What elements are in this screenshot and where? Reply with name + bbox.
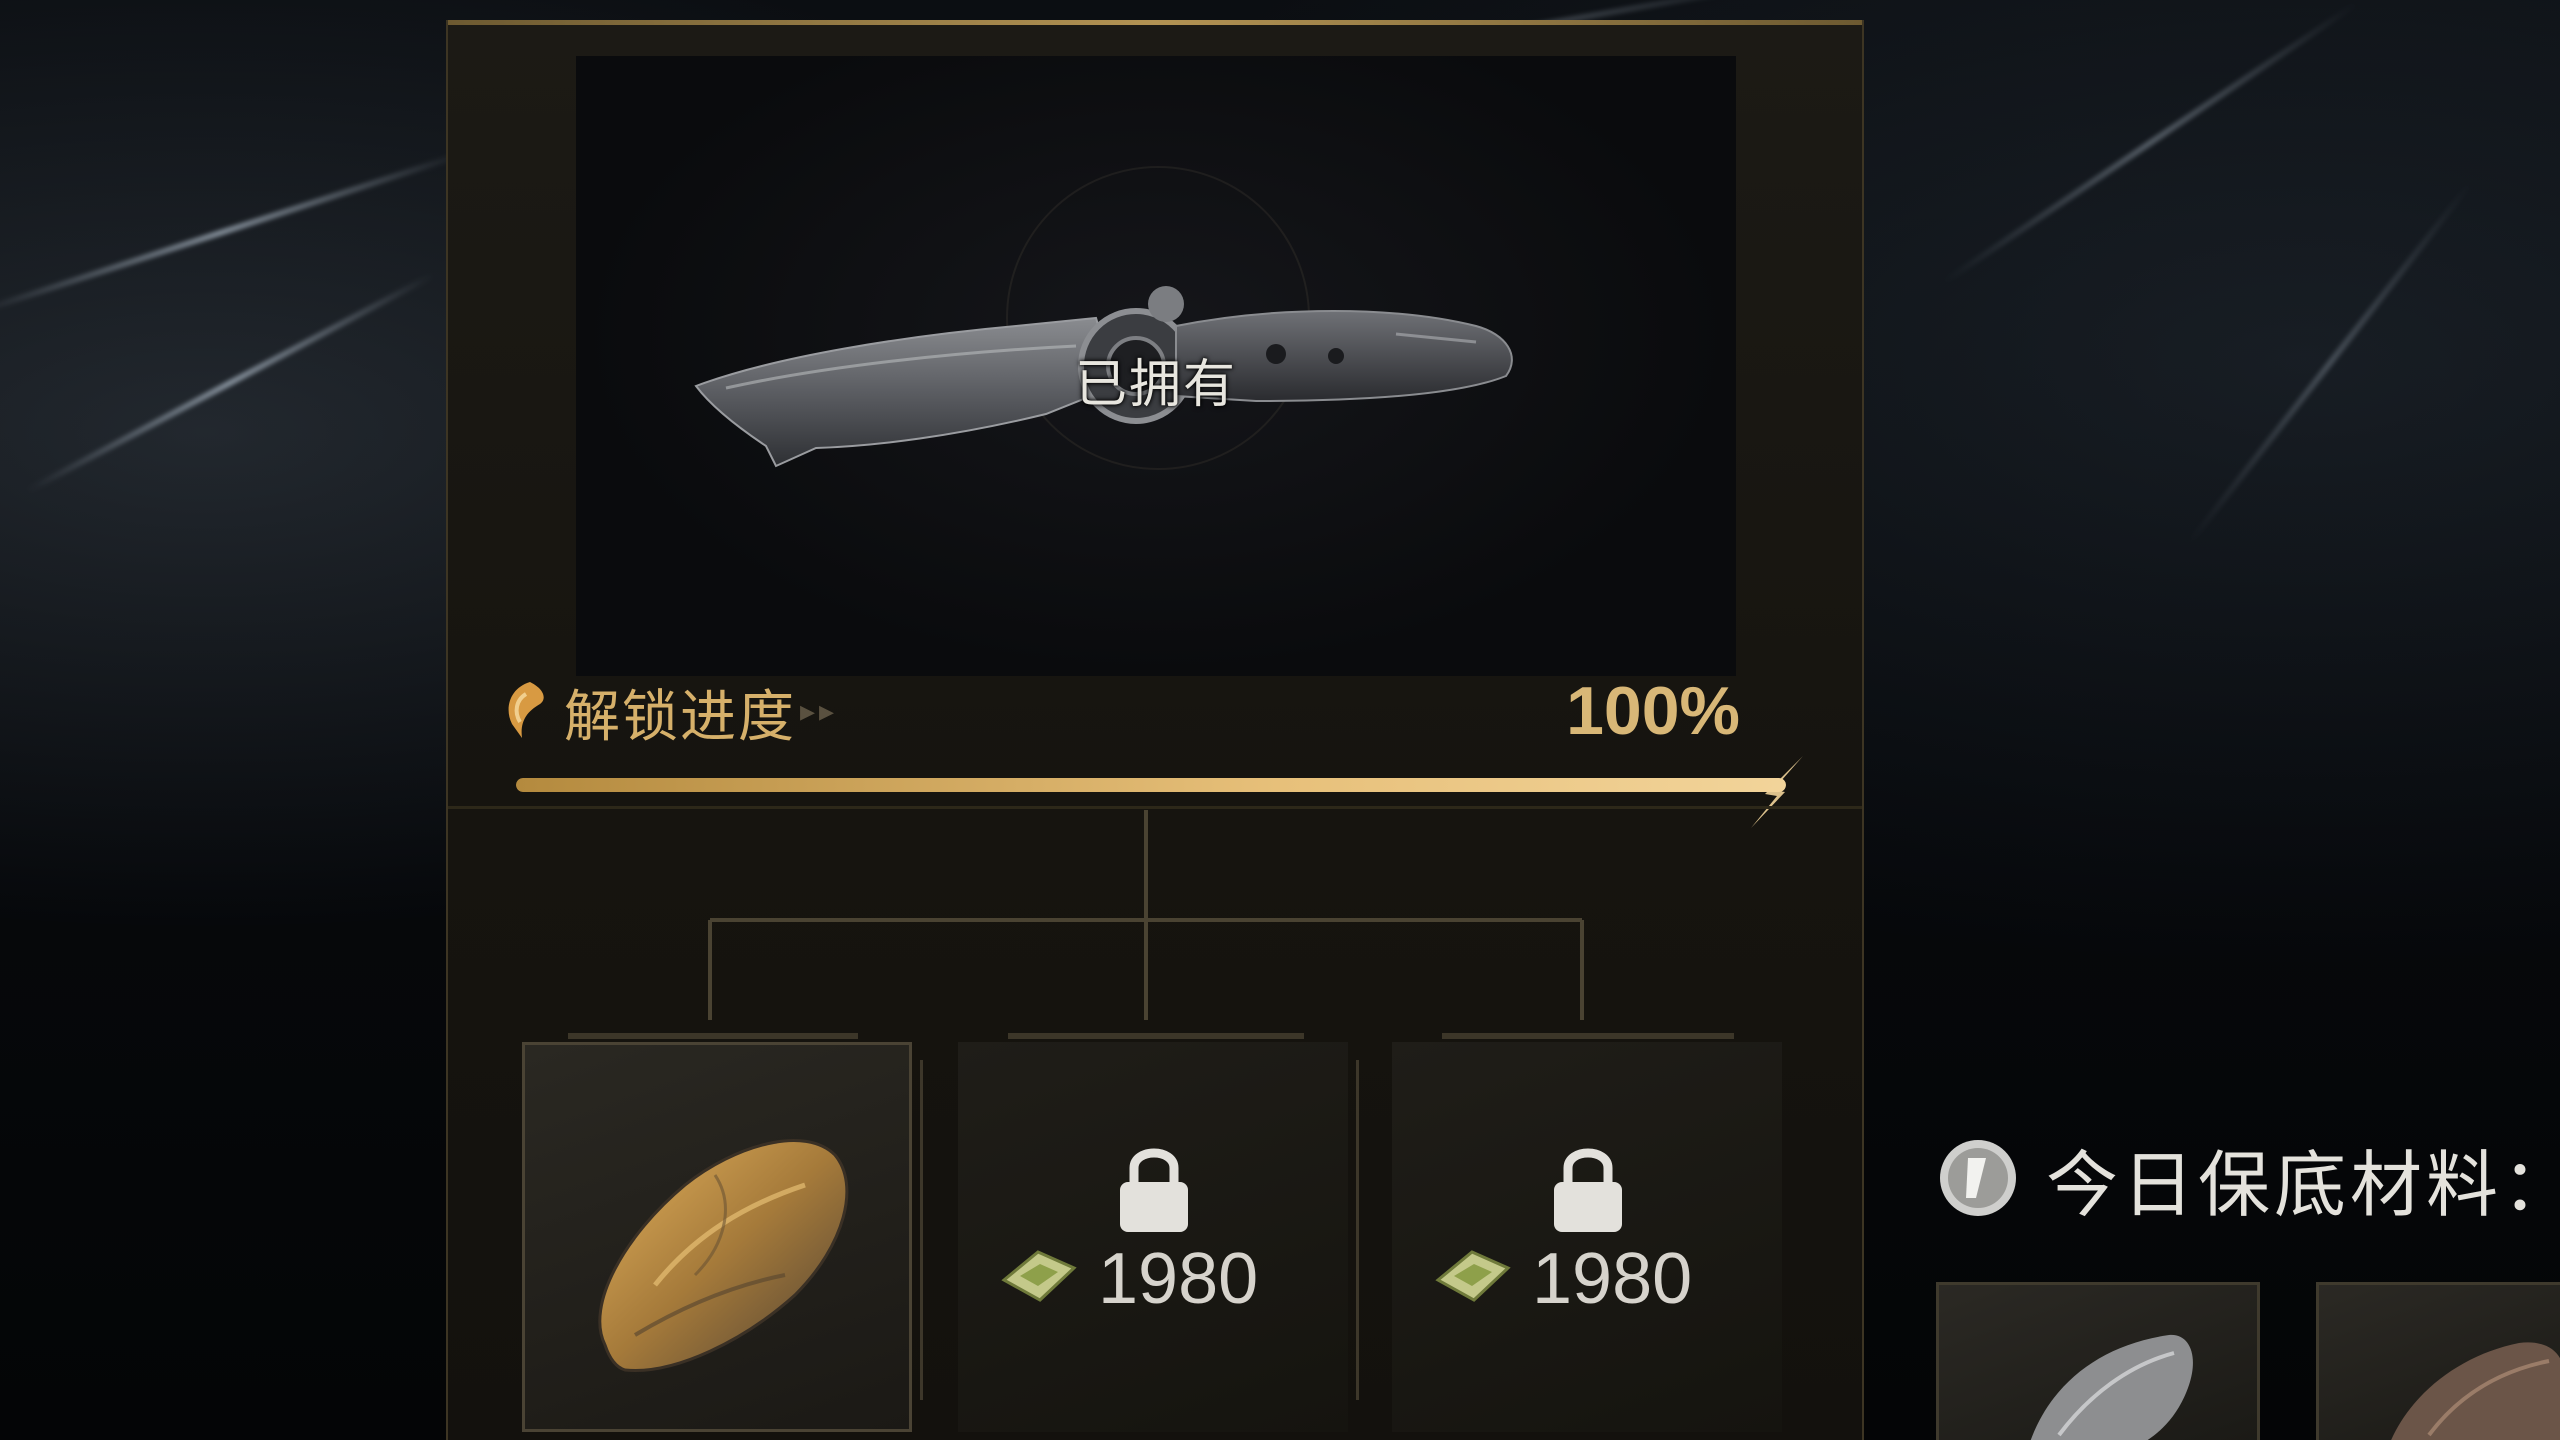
guarantee-coin-icon xyxy=(1940,1140,2016,1216)
ore-material-icon xyxy=(2391,1342,2560,1440)
cost-row: 1980 xyxy=(1432,1238,1772,1319)
cost-value: 1980 xyxy=(1098,1239,1259,1319)
progress-bar xyxy=(516,778,1786,792)
game-screen: 已拥有 解锁进度 ▸▸ 100% 1980 1980 今日保底材料： xyxy=(0,0,2560,1440)
ore-rock-icon xyxy=(598,1139,849,1372)
daily-guarantee-label: 今日保底材料： xyxy=(2046,1143,2560,1227)
unlock-progress-row: 解锁进度 ▸▸ 100% xyxy=(500,670,1800,750)
weapon-preview[interactable]: 已拥有 xyxy=(576,56,1736,676)
progress-label: 解锁进度 xyxy=(564,685,796,750)
section-divider xyxy=(448,806,1862,809)
progress-arrows-decoration: ▸▸ xyxy=(800,694,839,729)
progress-percent: 100% xyxy=(1566,673,1740,749)
background-streak xyxy=(1941,0,2359,286)
cost-row: 1980 xyxy=(998,1238,1338,1319)
lock-icon xyxy=(1120,1148,1188,1232)
background-streak xyxy=(2186,179,2474,547)
gem-icon xyxy=(1001,1250,1077,1302)
progress-flame-icon xyxy=(508,682,544,738)
material-card[interactable] xyxy=(1936,1282,2260,1440)
material-card[interactable] xyxy=(2316,1282,2560,1440)
background-streak xyxy=(25,272,435,494)
lock-icon xyxy=(1554,1148,1622,1232)
unlock-tree-connector xyxy=(568,810,1734,1039)
daily-guarantee-header: 今日保底材料： xyxy=(1936,1126,2560,1227)
unlock-slot-3[interactable]: 1980 xyxy=(1392,1042,1782,1432)
gem-icon xyxy=(1435,1250,1511,1302)
stone-material-icon xyxy=(2030,1334,2193,1440)
slot-separator xyxy=(920,1060,923,1400)
unlock-slot-2[interactable]: 1980 xyxy=(958,1042,1348,1432)
owned-status-label: 已拥有 xyxy=(1074,355,1237,415)
weapon-unlock-panel: 已拥有 解锁进度 ▸▸ 100% 1980 1980 xyxy=(446,20,1864,1440)
slot-separator xyxy=(1356,1060,1359,1400)
unlock-slot-1[interactable] xyxy=(522,1042,912,1432)
panel-top-border xyxy=(448,20,1862,25)
progress-bar-fill xyxy=(516,778,1786,792)
cost-value: 1980 xyxy=(1532,1239,1693,1319)
